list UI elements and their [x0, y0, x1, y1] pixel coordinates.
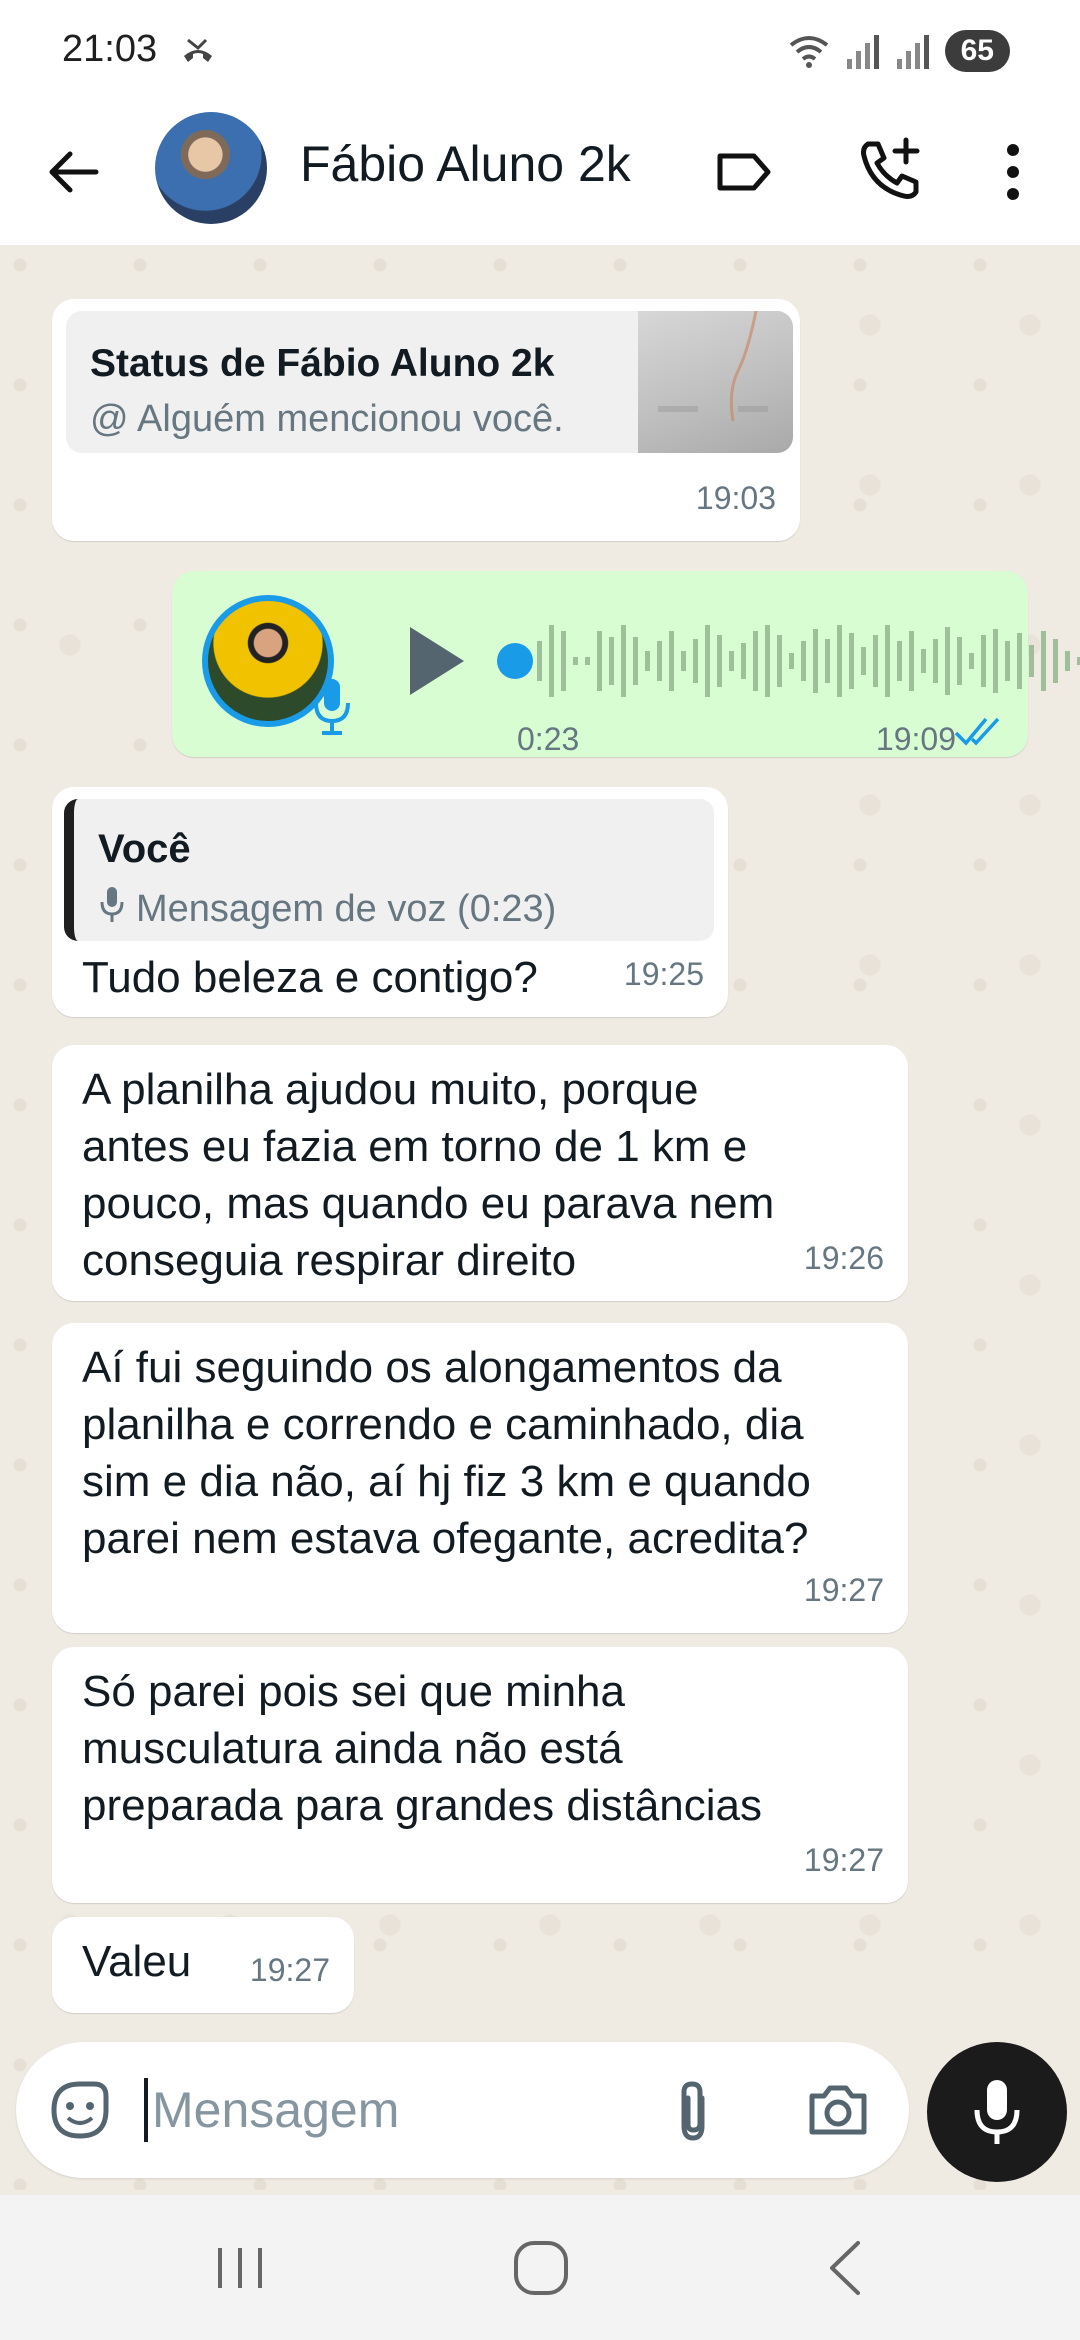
- message-time: 19:25: [623, 956, 704, 992]
- add-call-icon[interactable]: [854, 134, 926, 206]
- contact-name[interactable]: Fábio Aluno 2k: [300, 135, 631, 193]
- label-icon[interactable]: [712, 140, 776, 204]
- message-time: 19:27: [249, 1952, 330, 1988]
- message-text-bubble[interactable]: Valeu 19:27: [52, 1917, 354, 2013]
- status-thumbnail: [638, 311, 793, 453]
- message-text-bubble[interactable]: Só parei pois sei que minha musculatura …: [52, 1647, 908, 1903]
- signal-icon: [896, 35, 929, 69]
- message-time: 19:27: [803, 1842, 884, 1878]
- waveform[interactable]: [537, 611, 1080, 711]
- message-time: 19:27: [803, 1572, 884, 1608]
- message-voice[interactable]: 0:23 19:09: [172, 571, 1080, 757]
- sticker-icon[interactable]: [46, 2076, 114, 2144]
- message-text: Aí fui seguindo os alongamentos da plani…: [82, 1343, 811, 1563]
- status-bar: 21:03 65: [0, 0, 1080, 100]
- message-text-bubble[interactable]: A planilha ajudou muito, porque antes eu…: [52, 1045, 908, 1301]
- home-icon[interactable]: [510, 2237, 572, 2299]
- quote-text: Mensagem de voz (0:23): [136, 888, 557, 930]
- message-status-reply[interactable]: Status de Fábio Aluno 2k @ Alguém mencio…: [52, 299, 800, 541]
- camera-icon[interactable]: [806, 2078, 870, 2142]
- clock: 21:03: [62, 28, 158, 70]
- battery-level: 65: [944, 30, 1010, 72]
- message-text: Tudo beleza e contigo?: [82, 953, 538, 1002]
- playback-scrubber[interactable]: [497, 643, 533, 679]
- quoted-message[interactable]: Você Mensagem de voz (0:23): [64, 799, 714, 941]
- message-time: 19:03: [695, 480, 776, 516]
- status-title: Status de Fábio Aluno 2k: [90, 342, 555, 385]
- mic-icon: [100, 887, 124, 922]
- missed-call-icon: [184, 38, 212, 62]
- voice-duration: 0:23: [517, 721, 580, 757]
- compose-bar: [16, 2042, 909, 2178]
- message-text-bubble[interactable]: Aí fui seguindo os alongamentos da plani…: [52, 1323, 908, 1633]
- message-list[interactable]: Status de Fábio Aluno 2k @ Alguém mencio…: [0, 245, 1080, 2190]
- voice-record-button[interactable]: [927, 2042, 1067, 2182]
- wifi-icon: [789, 36, 828, 68]
- play-icon[interactable]: [400, 621, 470, 701]
- message-text: A planilha ajudou muito, porque antes eu…: [82, 1065, 775, 1285]
- message-time: 19:09: [875, 721, 956, 757]
- quote-author: Você: [98, 827, 191, 871]
- chat-header: Fábio Aluno 2k: [0, 100, 1080, 245]
- read-receipt-icon: [954, 717, 1000, 746]
- signal-icon: [846, 35, 879, 69]
- status-card[interactable]: Status de Fábio Aluno 2k @ Alguém mencio…: [66, 311, 793, 453]
- message-input[interactable]: [152, 2068, 632, 2152]
- system-nav-bar: [0, 2195, 1080, 2340]
- nav-back-icon[interactable]: [820, 2235, 870, 2301]
- route-map-icon: [658, 311, 768, 422]
- message-time: 19:26: [803, 1240, 884, 1276]
- message-reply[interactable]: Você Mensagem de voz (0:23) Tudo beleza …: [52, 787, 728, 1017]
- mic-icon: [974, 2080, 1020, 2144]
- contact-avatar[interactable]: [155, 112, 267, 224]
- attach-icon[interactable]: [668, 2076, 718, 2146]
- mic-icon: [314, 679, 350, 735]
- message-text: Só parei pois sei que minha musculatura …: [82, 1667, 763, 1830]
- more-vert-icon[interactable]: [995, 138, 1031, 206]
- status-icons: 65: [787, 30, 1010, 72]
- recents-icon[interactable]: [210, 2240, 270, 2296]
- text-caret: [144, 2078, 148, 2142]
- status-subtitle: @ Alguém mencionou você.: [90, 398, 564, 440]
- back-arrow-icon[interactable]: [40, 138, 108, 206]
